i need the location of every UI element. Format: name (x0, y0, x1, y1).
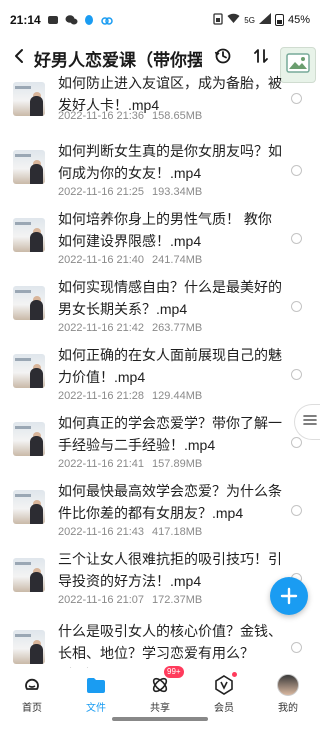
history-icon (214, 47, 232, 70)
file-name: 如何实现情感自由？什么是最美好的男女长期关系？.mp4 (58, 279, 282, 317)
nav-label: 我的 (278, 703, 298, 714)
list-item[interactable]: 如何正确的在女人面前展现自己的魅力价值！.mp4 2022-11-16 21:2… (0, 344, 320, 412)
file-date: 2022-11-16 21:36 (58, 110, 145, 122)
sort-button[interactable] (247, 44, 275, 72)
avatar-icon (277, 674, 299, 696)
list-item[interactable]: 如何培养你身上的男性气质！ 教你如何建设界限感！.mp4 2022-11-16 … (0, 208, 320, 276)
history-button[interactable] (209, 44, 237, 72)
file-meta: 2022-11-16 21:36 158.65MB (58, 110, 202, 122)
nav-label: 会员 (214, 703, 234, 714)
file-date: 2022-11-16 21:25 (58, 186, 145, 198)
select-radio[interactable] (291, 165, 302, 176)
list-item[interactable]: 如何判断女生真的是你女朋友吗？如何成为你的女友！.mp4 2022-11-16 … (0, 140, 320, 208)
file-date: 2022-11-16 21:40 (58, 254, 145, 266)
file-name: 如何最快最高效学会恋爱？为什么条件比你差的都有女朋友？.mp4 (58, 483, 282, 521)
video-thumbnail (13, 630, 45, 664)
file-date: 2022-11-16 21:28 (58, 390, 145, 402)
file-meta: 2022-11-16 21:28 129.44MB (58, 390, 202, 402)
nav-files[interactable]: 文件 (64, 674, 128, 714)
battery-percent: 45% (287, 14, 310, 26)
nav-label: 共享 (150, 703, 170, 714)
video-thumbnail (13, 490, 45, 524)
page-title: 好男人恋爱课（带你摆... (34, 50, 202, 70)
file-size: 157.89MB (152, 458, 203, 470)
qq-icon (83, 14, 95, 26)
file-name: 如何正确的在女人面前展现自己的魅力价值！.mp4 (58, 347, 282, 385)
select-radio[interactable] (291, 505, 302, 516)
network-label: 5G (244, 15, 255, 25)
nav-me[interactable]: 我的 (256, 674, 320, 714)
video-thumbnail (13, 218, 45, 252)
file-name: 如何判断女生真的是你女朋友吗？如何成为你的女友！.mp4 (58, 143, 282, 181)
list-item[interactable]: 如何实现情感自由？什么是最美好的男女长期关系？.mp4 2022-11-16 2… (0, 276, 320, 344)
file-meta: 2022-11-16 21:43 417.18MB (58, 526, 202, 538)
sim-icon (213, 12, 223, 28)
video-thumbnail (13, 82, 45, 116)
list-item[interactable]: 如何最快最高效学会恋爱？为什么条件比你差的都有女朋友？.mp4 2022-11-… (0, 480, 320, 548)
file-size: 263.77MB (152, 322, 203, 334)
app-icon (100, 14, 113, 26)
video-thumbnail (13, 558, 45, 592)
nav-label: 文件 (86, 703, 106, 714)
file-meta: 2022-11-16 21:07 172.37MB (58, 594, 202, 606)
status-time: 21:14 (10, 13, 41, 27)
file-size: 193.34MB (152, 186, 203, 198)
nav-vip[interactable]: 会员 (192, 672, 256, 714)
add-button[interactable] (270, 577, 308, 615)
back-icon (13, 48, 25, 69)
file-size: 241.74MB (152, 254, 203, 266)
notification-dot (232, 672, 237, 677)
vip-icon (213, 674, 235, 696)
nav-share[interactable]: 99+ 共享 (128, 666, 192, 714)
file-size: 417.18MB (152, 526, 203, 538)
menu-icon (302, 413, 317, 431)
file-date: 2022-11-16 21:42 (58, 322, 145, 334)
file-date: 2022-11-16 21:43 (58, 526, 145, 538)
sort-icon (252, 47, 270, 70)
home-icon (21, 674, 43, 696)
notification-badge: 99+ (164, 666, 184, 678)
file-name: 三个让女人很难抗拒的吸引技巧！引导投资的好方法！.mp4 (58, 551, 282, 589)
file-name: 如何培养你身上的男性气质！ 教你如何建设界限感！.mp4 (58, 211, 272, 249)
nav-home[interactable]: 首页 (0, 674, 64, 714)
select-radio[interactable] (291, 369, 302, 380)
file-size: 172.37MB (152, 594, 203, 606)
file-meta: 2022-11-16 21:42 263.77MB (58, 322, 202, 334)
video-thumbnail (13, 286, 45, 320)
back-button[interactable] (4, 40, 34, 76)
video-thumbnail (13, 422, 45, 456)
list-item[interactable]: 如何防止进入友谊区，成为备胎，被发好人卡！.mp4 2022-11-16 21:… (0, 72, 320, 140)
select-radio[interactable] (291, 437, 302, 448)
wifi-icon (227, 13, 240, 27)
video-thumbnail (13, 354, 45, 388)
file-date: 2022-11-16 21:07 (58, 594, 145, 606)
nav-label: 首页 (22, 703, 42, 714)
select-radio[interactable] (291, 642, 302, 653)
notification-icon (47, 14, 59, 26)
select-radio[interactable] (291, 233, 302, 244)
file-size: 158.65MB (152, 110, 203, 122)
select-radio[interactable] (291, 93, 302, 104)
file-meta: 2022-11-16 21:41 157.89MB (58, 458, 202, 470)
status-bar: 21:14 5G 45% (0, 0, 320, 40)
home-indicator (112, 717, 208, 721)
file-date: 2022-11-16 21:41 (58, 458, 145, 470)
wechat-icon (65, 14, 78, 26)
select-radio[interactable] (291, 301, 302, 312)
bottom-nav: 首页 文件 99+ 共享 会员 我的 (0, 666, 320, 720)
file-name: 如何真正的学会恋爱学？带你了解一手经验与二手经验！.mp4 (58, 415, 282, 453)
folder-icon (85, 674, 107, 696)
file-meta: 2022-11-16 21:25 193.34MB (58, 186, 202, 198)
file-meta: 2022-11-16 21:40 241.74MB (58, 254, 202, 266)
plus-icon (280, 582, 298, 610)
signal-icon (258, 13, 271, 27)
avatar (277, 674, 299, 696)
video-thumbnail (13, 150, 45, 184)
list-item[interactable]: 如何真正的学会恋爱学？带你了解一手经验与二手经验！.mp4 2022-11-16… (0, 412, 320, 480)
file-size: 129.44MB (152, 390, 203, 402)
battery-icon (274, 14, 284, 26)
